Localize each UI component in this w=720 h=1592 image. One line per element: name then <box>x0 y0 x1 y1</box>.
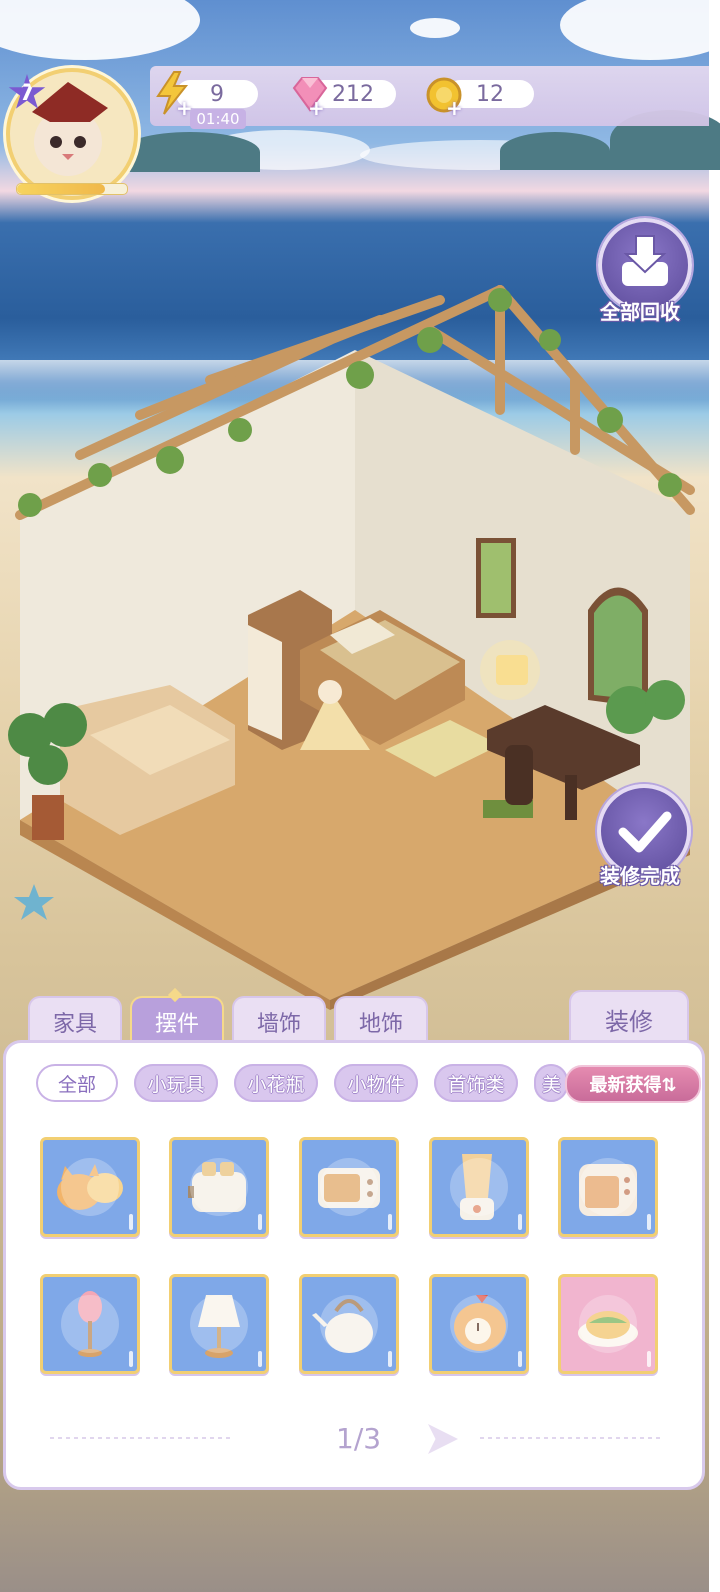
category-all[interactable]: 全部 <box>36 1064 118 1102</box>
energy-value: 9 <box>210 81 224 107</box>
category-label: 小物件 <box>347 1073 405 1096</box>
slot-glow <box>450 1295 508 1353</box>
category-jewelry[interactable]: 首饰类 <box>434 1064 518 1102</box>
item-slot[interactable] <box>169 1274 269 1374</box>
item-slot[interactable] <box>429 1274 529 1374</box>
slot-indicator <box>258 1351 262 1367</box>
category-small-objects[interactable]: 小物件 <box>334 1064 418 1102</box>
category-label: 全部 <box>57 1073 96 1096</box>
slot-glow <box>190 1158 248 1216</box>
item-slot[interactable] <box>429 1137 529 1237</box>
tab-label: 墙饰 <box>256 1012 301 1037</box>
slot-glow <box>579 1158 637 1216</box>
slot-glow <box>320 1158 378 1216</box>
room-illustration <box>8 285 695 1010</box>
tab-renovate[interactable]: 装修 <box>569 990 689 1046</box>
tab-floor-decor[interactable]: 地饰 <box>334 996 428 1046</box>
add-coins-icon[interactable]: + <box>446 96 463 120</box>
slot-glow <box>450 1158 508 1216</box>
category-label: 首饰类 <box>447 1073 505 1096</box>
tab-ornaments[interactable]: 摆件 <box>130 996 224 1046</box>
category-label: 美 <box>542 1073 562 1096</box>
tab-label: 装修 <box>605 1007 653 1036</box>
level-progress-fill <box>17 184 105 194</box>
slot-indicator <box>129 1351 133 1367</box>
cloud <box>0 0 200 60</box>
item-slot[interactable] <box>40 1137 140 1237</box>
mountain <box>500 132 610 170</box>
slot-indicator <box>258 1214 262 1230</box>
item-slot[interactable] <box>558 1274 658 1374</box>
collect-all-label: 全部回收 <box>600 300 680 324</box>
slot-indicator <box>518 1351 522 1367</box>
energy-timer: 01:40 <box>190 109 246 129</box>
slot-indicator <box>518 1214 522 1230</box>
slot-indicator <box>647 1351 651 1367</box>
slot-glow <box>320 1295 378 1353</box>
slot-glow <box>579 1295 637 1353</box>
tab-furniture[interactable]: 家具 <box>28 996 122 1046</box>
cloud <box>560 0 720 60</box>
pager-divider-left <box>50 1437 230 1439</box>
category-label: 小花瓶 <box>247 1073 305 1096</box>
item-slot[interactable] <box>40 1274 140 1374</box>
tab-label: 家具 <box>52 1012 97 1037</box>
gem-value: 212 <box>332 81 374 107</box>
mountain <box>120 132 260 172</box>
slot-indicator <box>647 1214 651 1230</box>
cloud <box>410 18 460 38</box>
starfish-icon <box>14 884 54 920</box>
page-indicator: 1/3 <box>336 1422 382 1455</box>
category-small-toys[interactable]: 小玩具 <box>134 1064 218 1102</box>
category-partial[interactable]: 美 <box>534 1064 568 1102</box>
newest-sort-button[interactable]: 最新获得⇅ <box>565 1065 701 1103</box>
finish-decor-label: 装修完成 <box>600 864 680 888</box>
item-slot[interactable] <box>299 1137 399 1237</box>
slot-indicator <box>388 1214 392 1230</box>
decor-room[interactable] <box>0 280 709 1010</box>
slot-glow <box>61 1158 119 1216</box>
slot-indicator <box>388 1351 392 1367</box>
coin-value: 12 <box>476 81 504 107</box>
tab-wall-decor[interactable]: 墙饰 <box>232 996 326 1046</box>
tab-label: 地饰 <box>358 1012 403 1037</box>
item-slot[interactable] <box>169 1137 269 1237</box>
add-gems-icon[interactable]: + <box>308 96 325 120</box>
category-label: 小玩具 <box>147 1073 205 1096</box>
slot-glow <box>190 1295 248 1353</box>
pager-divider-right <box>480 1437 660 1439</box>
category-small-vases[interactable]: 小花瓶 <box>234 1064 318 1102</box>
tab-label: 摆件 <box>154 1012 199 1037</box>
slot-glow <box>61 1295 119 1353</box>
level-progress-bar <box>16 183 128 195</box>
item-slot[interactable] <box>299 1274 399 1374</box>
item-slot[interactable] <box>558 1137 658 1237</box>
newest-sort-label: 最新获得⇅ <box>589 1075 677 1096</box>
slot-indicator <box>129 1214 133 1230</box>
